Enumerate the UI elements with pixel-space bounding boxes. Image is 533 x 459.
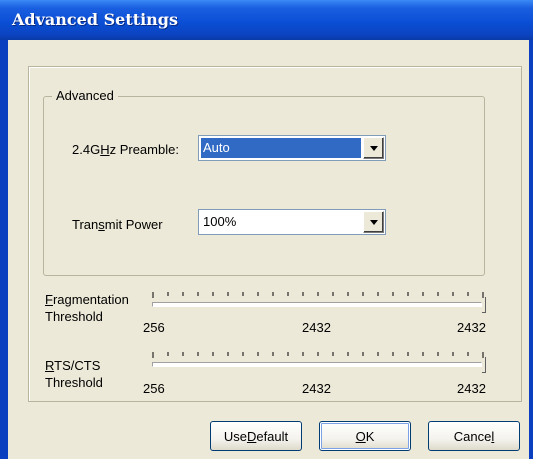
rts-slider[interactable] (152, 352, 486, 374)
window-title: Advanced Settings (12, 10, 178, 29)
rts-max: 2432 (457, 381, 486, 396)
window-frame-left (0, 40, 8, 459)
rts-track[interactable] (152, 362, 482, 367)
preamble-select[interactable]: Auto (198, 135, 386, 161)
use-default-button[interactable]: Use Default (210, 421, 302, 451)
fragmentation-track[interactable] (152, 302, 482, 307)
window-frame-right (529, 40, 533, 459)
transmit-power-label: Transmit Power (72, 217, 163, 232)
rts-thumb[interactable] (482, 357, 486, 373)
title-bar[interactable]: Advanced Settings (0, 0, 533, 40)
fragmentation-max: 2432 (457, 320, 486, 335)
transmit-power-dropdown-icon[interactable] (363, 211, 384, 233)
fragmentation-slider[interactable] (152, 292, 486, 314)
transmit-power-select[interactable]: 100% (198, 209, 386, 235)
advanced-group-label: Advanced (52, 88, 118, 103)
rts-ticks (152, 352, 484, 358)
preamble-value: Auto (201, 138, 361, 158)
fragmentation-current: 2432 (302, 320, 331, 335)
fragmentation-ticks (152, 292, 484, 298)
rts-label: RTS/CTS (45, 358, 101, 373)
rts-current: 2432 (302, 381, 331, 396)
fragmentation-thumb[interactable] (482, 297, 486, 313)
cancel-button[interactable]: Cance l (428, 421, 520, 451)
advanced-settings-dialog: Advanced Settings Advanced 2.4GHz Preamb… (0, 0, 533, 459)
transmit-power-value: 100% (203, 214, 237, 229)
preamble-dropdown-icon[interactable] (363, 137, 384, 159)
fragmentation-label: Fragmentation (45, 292, 129, 307)
preamble-label: 2.4GHz Preamble: (72, 142, 179, 157)
advanced-group-box (43, 96, 485, 276)
ok-button[interactable]: OK (319, 421, 411, 451)
rts-label-line2: Threshold (45, 375, 103, 390)
fragmentation-min: 256 (143, 320, 165, 335)
rts-min: 256 (143, 381, 165, 396)
fragmentation-label-line2: Threshold (45, 309, 103, 324)
